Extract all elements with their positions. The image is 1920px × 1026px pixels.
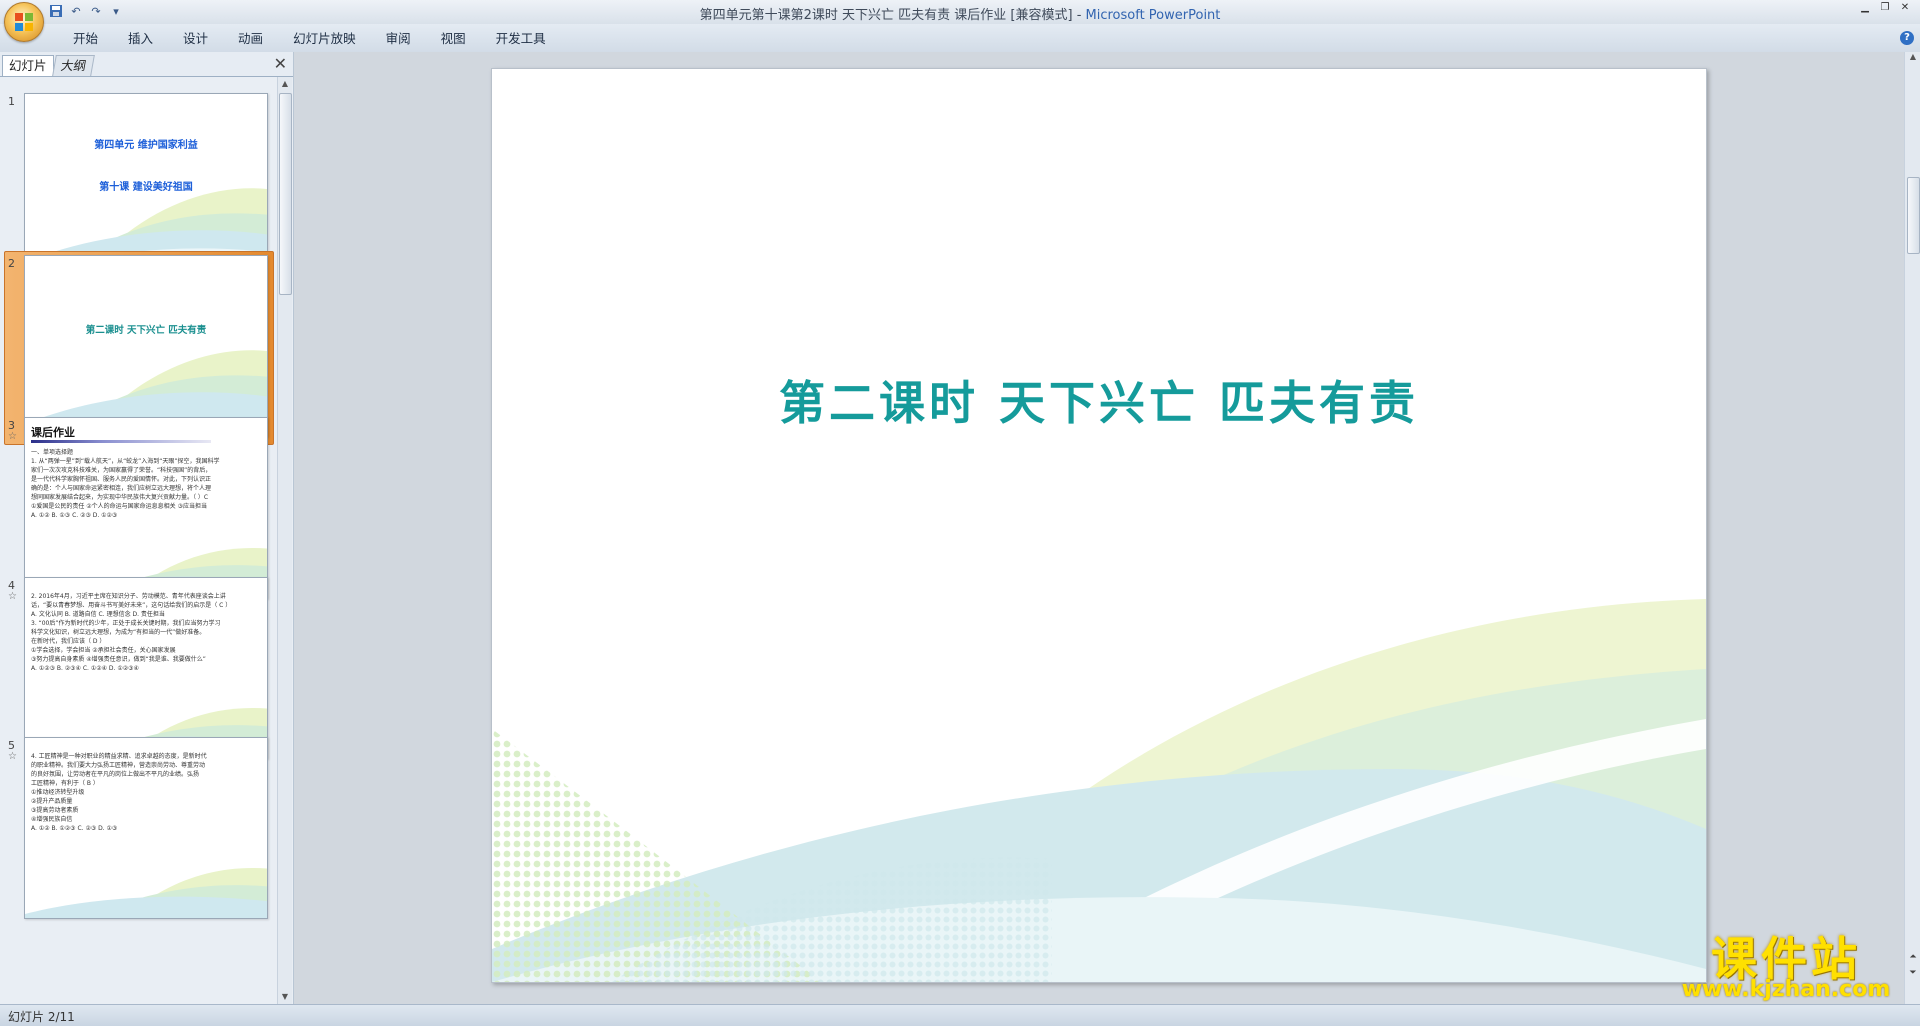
tab-slides[interactable]: 幻灯片	[2, 55, 54, 76]
thumbnail-canvas[interactable]: 第四单元 维护国家利益 第十课 建设美好祖国	[24, 93, 268, 275]
thumb-heading: 课后作业	[31, 426, 75, 439]
editor-scrollbar[interactable]: ▲ ⏶ ⏷	[1904, 52, 1920, 1004]
thumb-body-text: 4. 工匠精神是一种对职业的精益求精、追求卓越的态度，是新时代 的职业精神。我们…	[31, 752, 259, 833]
text-line: 在新时代，我们应该（ D ）	[31, 638, 106, 645]
animation-star-icon: ☆	[8, 751, 17, 762]
heading-underline	[31, 440, 211, 443]
thumbnail-canvas[interactable]: 第二课时 天下兴亡 匹夫有责	[24, 255, 268, 437]
text-line: ①学会选择，学会担当 ②承担社会责任，关心国家发展	[31, 647, 176, 654]
text-line: 想同国家发展结合起来，为实现中华民族伟大复兴贡献力量。（ ）C	[31, 494, 209, 501]
text-line: 一、单项选择题	[31, 449, 74, 456]
status-bar: 幻灯片 2/11	[0, 1004, 1920, 1026]
text-line: A. ①② B. ①③ C. ②③ D. ①②③	[31, 512, 118, 519]
text-line: 工匠精神，有利于（ B ）	[31, 780, 99, 787]
text-line: 的职业精神。我们要大力弘扬工匠精神，营造崇尚劳动、尊重劳动	[31, 762, 206, 769]
slide-counter: 幻灯片 2/11	[8, 1010, 75, 1024]
text-line: 3. “00后”作为新时代的少年，正处于成长关键时期，我们应当努力学习	[31, 620, 221, 627]
previous-slide-icon[interactable]: ⏶	[1905, 952, 1920, 966]
slide-thumbnail-3[interactable]: 3 ☆ 课后作业 一、单项选择题 1. 从“两弹一星”到“载人航天”，从“蛟龙”…	[6, 417, 270, 599]
text-line: 话，“要以青春梦想、用奋斗书写美好未来”，这句话给我们的启示是（ C ）	[31, 602, 232, 609]
text-line: 2. 2016年4月，习近平主席在知识分子、劳动模范、青年代表座谈会上讲	[31, 593, 226, 600]
text-line: ③努力提高自身素质 ④增强责任意识，做到“我是谁、我要做什么”	[31, 656, 206, 663]
text-line: A. ①② B. ①②③ C. ②③ D. ①③	[31, 825, 118, 832]
next-slide-icon[interactable]: ⏷	[1905, 968, 1920, 982]
office-logo-icon	[15, 13, 33, 31]
scroll-thumb[interactable]	[279, 93, 292, 295]
window-controls: ▁ ❐ ✕	[1856, 2, 1914, 16]
slide-thumbnail-4[interactable]: 4 ☆ 2. 2016年4月，习近平主席在知识分子、劳动模范、青年代表座谈会上讲…	[6, 577, 270, 759]
slides-pane: 幻灯片 大纲 ✕ 1 第四单元 维护国家利益 第十课 建设美好祖国 2 第二课时…	[0, 52, 294, 1004]
swoosh-decoration	[25, 350, 267, 436]
text-line: 4. 工匠精神是一种对职业的精益求精、追求卓越的态度，是新时代	[31, 753, 207, 760]
pane-tabs: 幻灯片 大纲 ✕	[0, 52, 293, 77]
slide-thumbnail-1[interactable]: 1 第四单元 维护国家利益 第十课 建设美好祖国	[6, 93, 270, 275]
window-title: 第四单元第十课第2课时 天下兴亡 匹夫有责 课后作业 [兼容模式] - Micr…	[0, 4, 1920, 23]
restore-icon[interactable]: ❐	[1876, 2, 1894, 16]
animation-star-icon: ☆	[8, 431, 17, 442]
slide-title[interactable]: 第二课时 天下兴亡 匹夫有责	[492, 367, 1706, 433]
text-line: 是一代代科学家胸怀祖国、服务人民的爱国情怀。对此，下列认识正	[31, 476, 212, 483]
close-window-icon[interactable]: ✕	[1896, 2, 1914, 16]
thumbnail-canvas[interactable]: 4. 工匠精神是一种对职业的精益求精、追求卓越的态度，是新时代 的职业精神。我们…	[24, 737, 268, 919]
minimize-icon[interactable]: ▁	[1856, 2, 1874, 16]
tab-outline[interactable]: 大纲	[52, 55, 95, 76]
text-line: 家们一次次攻克科技难关，为国家赢得了荣誉。“科技强国”的背后，	[31, 467, 212, 474]
text-line: ①爱国是公民的责任 ②个人的命运与国家命运息息相关 ③应当担当	[31, 503, 207, 510]
text-line: ①推动经济转型升级	[31, 789, 85, 796]
watermark-url: www.kjzhan.com	[1681, 977, 1891, 1002]
title-bar: ↶ ↷ ▾ 第四单元第十课第2课时 天下兴亡 匹夫有责 课后作业 [兼容模式] …	[0, 0, 1920, 42]
tab-review[interactable]: 审阅	[371, 30, 426, 48]
watermark: 课件站 www.kjzhan.com	[1668, 923, 1904, 1005]
text-line: ③提高劳动者素质	[31, 807, 79, 814]
text-line: A. 文化认同 B. 道路自信 C. 理想信念 D. 责任担当	[31, 611, 165, 618]
thumb-center-title: 第二课时 天下兴亡 匹夫有责	[85, 325, 207, 336]
office-button[interactable]	[4, 2, 44, 42]
tab-insert[interactable]: 插入	[113, 30, 168, 48]
tab-home[interactable]: 开始	[58, 30, 113, 48]
tab-view[interactable]: 视图	[426, 30, 481, 48]
text-line: 科学文化知识，树立远大理想，为成为“有担当的一代”做好准备。	[31, 629, 206, 636]
thumb-body-text: 2. 2016年4月，习近平主席在知识分子、劳动模范、青年代表座谈会上讲 话，“…	[31, 592, 259, 673]
scroll-down-icon[interactable]: ▼	[278, 990, 292, 1004]
text-line: 1. 从“两弹一星”到“载人航天”，从“蛟龙”入海到“天眼”探空，我国科学	[31, 458, 220, 465]
thumbnail-scrollbar[interactable]: ▲ ▼	[277, 77, 292, 1004]
tab-animations[interactable]: 动画	[223, 30, 278, 48]
ribbon-tabs: 开始 插入 设计 动画 幻灯片放映 审阅 视图 开发工具	[58, 30, 561, 48]
thumbnail-canvas[interactable]: 2. 2016年4月，习近平主席在知识分子、劳动模范、青年代表座谈会上讲 话，“…	[24, 577, 268, 759]
title-separator: -	[1076, 8, 1086, 23]
thumbnail-list: 1 第四单元 维护国家利益 第十课 建设美好祖国 2 第二课时 天下兴亡 匹夫有…	[0, 77, 276, 1004]
app-name: Microsoft PowerPoint	[1085, 8, 1221, 23]
slide-thumbnail-2[interactable]: 2 第二课时 天下兴亡 匹夫有责	[4, 251, 274, 445]
text-line: ④增强民族自信	[31, 816, 73, 823]
thumb-body-text: 一、单项选择题 1. 从“两弹一星”到“载人航天”，从“蛟龙”入海到“天眼”探空…	[31, 448, 259, 520]
close-pane-icon[interactable]: ✕	[274, 54, 287, 73]
thumb-title-line1: 第四单元 维护国家利益	[94, 140, 198, 151]
slide-number: 2	[8, 257, 15, 270]
tab-design[interactable]: 设计	[168, 30, 223, 48]
thumb-title-line2: 第十课 建设美好祖国	[99, 182, 193, 193]
text-line: 确的是：个人与国家命运紧密相连，我们应树立远大理想，将个人理	[31, 485, 212, 492]
ribbon: 开始 插入 设计 动画 幻灯片放映 审阅 视图 开发工具 ?	[0, 24, 1920, 53]
help-icon[interactable]: ?	[1900, 31, 1914, 45]
slide-background-swoosh	[492, 576, 1706, 982]
text-line: A. ①②③ B. ②③④ C. ①②④ D. ①②③④	[31, 665, 139, 672]
tab-developer[interactable]: 开发工具	[481, 30, 561, 48]
scroll-up-icon[interactable]: ▲	[1905, 52, 1920, 66]
scroll-up-icon[interactable]: ▲	[278, 77, 292, 91]
document-title: 第四单元第十课第2课时 天下兴亡 匹夫有责 课后作业 [兼容模式]	[699, 8, 1073, 23]
animation-star-icon: ☆	[8, 591, 17, 602]
thumbnail-canvas[interactable]: 课后作业 一、单项选择题 1. 从“两弹一星”到“载人航天”，从“蛟龙”入海到“…	[24, 417, 268, 599]
slide-thumbnail-5[interactable]: 5 ☆ 4. 工匠精神是一种对职业的精益求精、追求卓越的态度，是新时代 的职业精…	[6, 737, 270, 919]
text-line: ②提升产品质量	[31, 798, 73, 805]
slide-editor: 第二课时 天下兴亡 匹夫有责	[294, 52, 1904, 1004]
scroll-thumb[interactable]	[1907, 177, 1920, 254]
tab-slideshow[interactable]: 幻灯片放映	[278, 30, 371, 48]
text-line: 的良好氛围，让劳动者在平凡的岗位上做出不平凡的业绩。弘扬	[31, 771, 200, 778]
slide-number: 1	[8, 95, 15, 108]
slide-canvas[interactable]: 第二课时 天下兴亡 匹夫有责	[491, 68, 1707, 983]
